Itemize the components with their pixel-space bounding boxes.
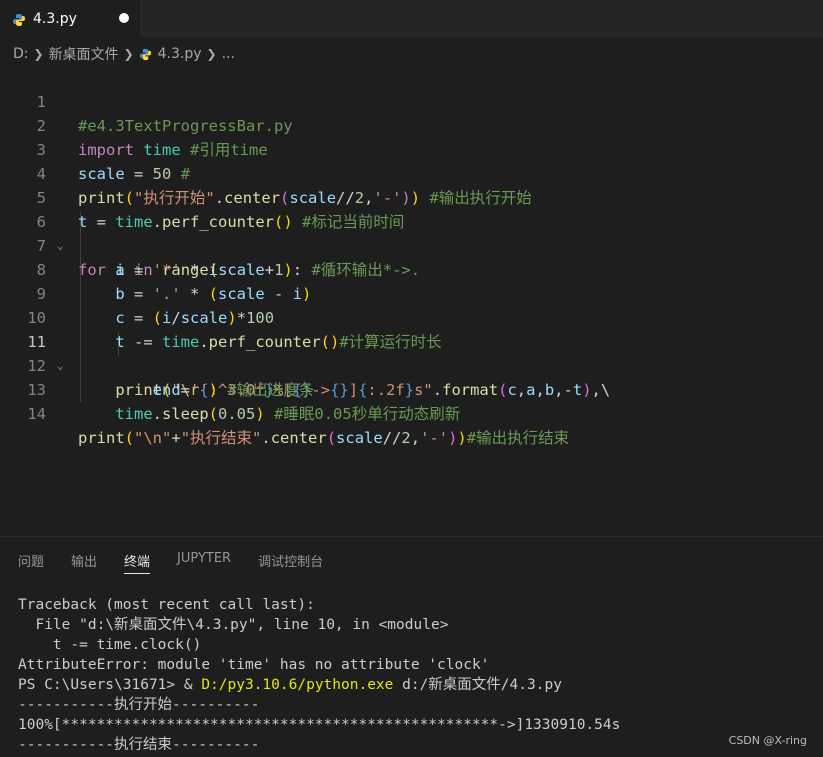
- terminal-line: Traceback (most recent call last):: [18, 597, 315, 613]
- code-line[interactable]: 3 scale = 50 #: [0, 114, 823, 183]
- tab-terminal[interactable]: 终端: [124, 551, 151, 574]
- breadcrumb-more[interactable]: ...: [222, 46, 235, 62]
- terminal-line: File "d:\新桌面文件\4.3.py", line 10, in <mod…: [18, 617, 449, 633]
- bottom-panel: 问题 输出 终端 JUPYTER 调试控制台 Traceback (most r…: [0, 536, 823, 757]
- code-line[interactable]: 6 ⌄ for i in range(scale+1): #循环输出*->.: [0, 186, 823, 279]
- unsaved-dot-icon[interactable]: [119, 13, 129, 23]
- code-editor[interactable]: 1 #e4.3TextProgressBar.py 2 import time …: [0, 66, 823, 536]
- terminal-script-path: d:/新桌面文件/4.3.py: [393, 677, 562, 693]
- editor-tab-4-3-py[interactable]: 4.3.py: [0, 0, 140, 38]
- code-line[interactable]: 10 t -= time.perf_counter()#计算运行时长: [0, 282, 823, 351]
- tab-jupyter[interactable]: JUPYTER: [177, 551, 231, 573]
- tab-output[interactable]: 输出: [71, 551, 97, 573]
- tab-debug-console[interactable]: 调试控制台: [258, 551, 323, 573]
- tab-label: 4.3.py: [33, 11, 77, 27]
- code-line[interactable]: 2 import time #引用time: [0, 90, 823, 159]
- code-line[interactable]: 1 #e4.3TextProgressBar.py: [0, 66, 823, 135]
- terminal-line: -----------执行结束----------: [18, 737, 260, 753]
- terminal-exe-path: D:/py3.10.6/python.exe: [201, 677, 394, 693]
- python-icon: [12, 12, 26, 26]
- terminal-prompt: PS C:\Users\31671> &: [18, 677, 202, 693]
- code-line[interactable]: 8 b = '.' * (scale - i): [0, 234, 823, 303]
- python-icon: [139, 48, 152, 61]
- breadcrumb: D: ❯ 新桌面文件 ❯ 4.3.py ❯ ...: [13, 43, 235, 65]
- breadcrumb-file[interactable]: 4.3.py: [158, 46, 202, 62]
- code-line[interactable]: 12 end='') #输出进度条: [0, 330, 823, 399]
- code-line[interactable]: 5 t = time.perf_counter() #标记当前时间: [0, 162, 823, 231]
- terminal-output[interactable]: Traceback (most recent call last): File …: [18, 595, 620, 755]
- breadcrumb-folder[interactable]: 新桌面文件: [49, 44, 119, 64]
- chevron-right-icon: ❯: [33, 47, 44, 61]
- code-line-active[interactable]: 11 ⌄ print("\r{:^3.0f}%[{}->{}]{:.2f}s".…: [0, 306, 823, 399]
- terminal-line: 100%[***********************************…: [18, 717, 621, 733]
- line-number: 14: [27, 405, 46, 423]
- panel-tabs: 问题 输出 终端 JUPYTER 调试控制台: [18, 551, 350, 574]
- code-line[interactable]: 14 print("\n"+"执行结束".center(scale//2,'-'…: [0, 378, 823, 447]
- tab-problems[interactable]: 问题: [18, 551, 44, 573]
- terminal-line: -----------执行开始----------: [18, 697, 260, 713]
- chevron-right-icon: ❯: [206, 47, 217, 61]
- code-line[interactable]: 4 print("执行开始".center(scale//2,'-')) #输出…: [0, 138, 823, 207]
- code-line[interactable]: 9 c = (i/scale)*100: [0, 258, 823, 327]
- watermark: CSDN @X-ring: [728, 734, 807, 747]
- terminal-line: AttributeError: module 'time' has no att…: [18, 657, 490, 673]
- chevron-right-icon: ❯: [123, 47, 134, 61]
- terminal-line: t -= time.clock(): [18, 637, 202, 653]
- breadcrumb-drive[interactable]: D:: [13, 46, 29, 62]
- terminal-line: PS C:\Users\31671> & D:/py3.10.6/python.…: [18, 675, 620, 695]
- editor-tab-bar: 4.3.py: [0, 0, 823, 38]
- code-line[interactable]: 7 a = '*' * i: [0, 210, 823, 279]
- code-line[interactable]: 13 time.sleep(0.05) #睡眠0.05秒单行动态刷新: [0, 354, 823, 423]
